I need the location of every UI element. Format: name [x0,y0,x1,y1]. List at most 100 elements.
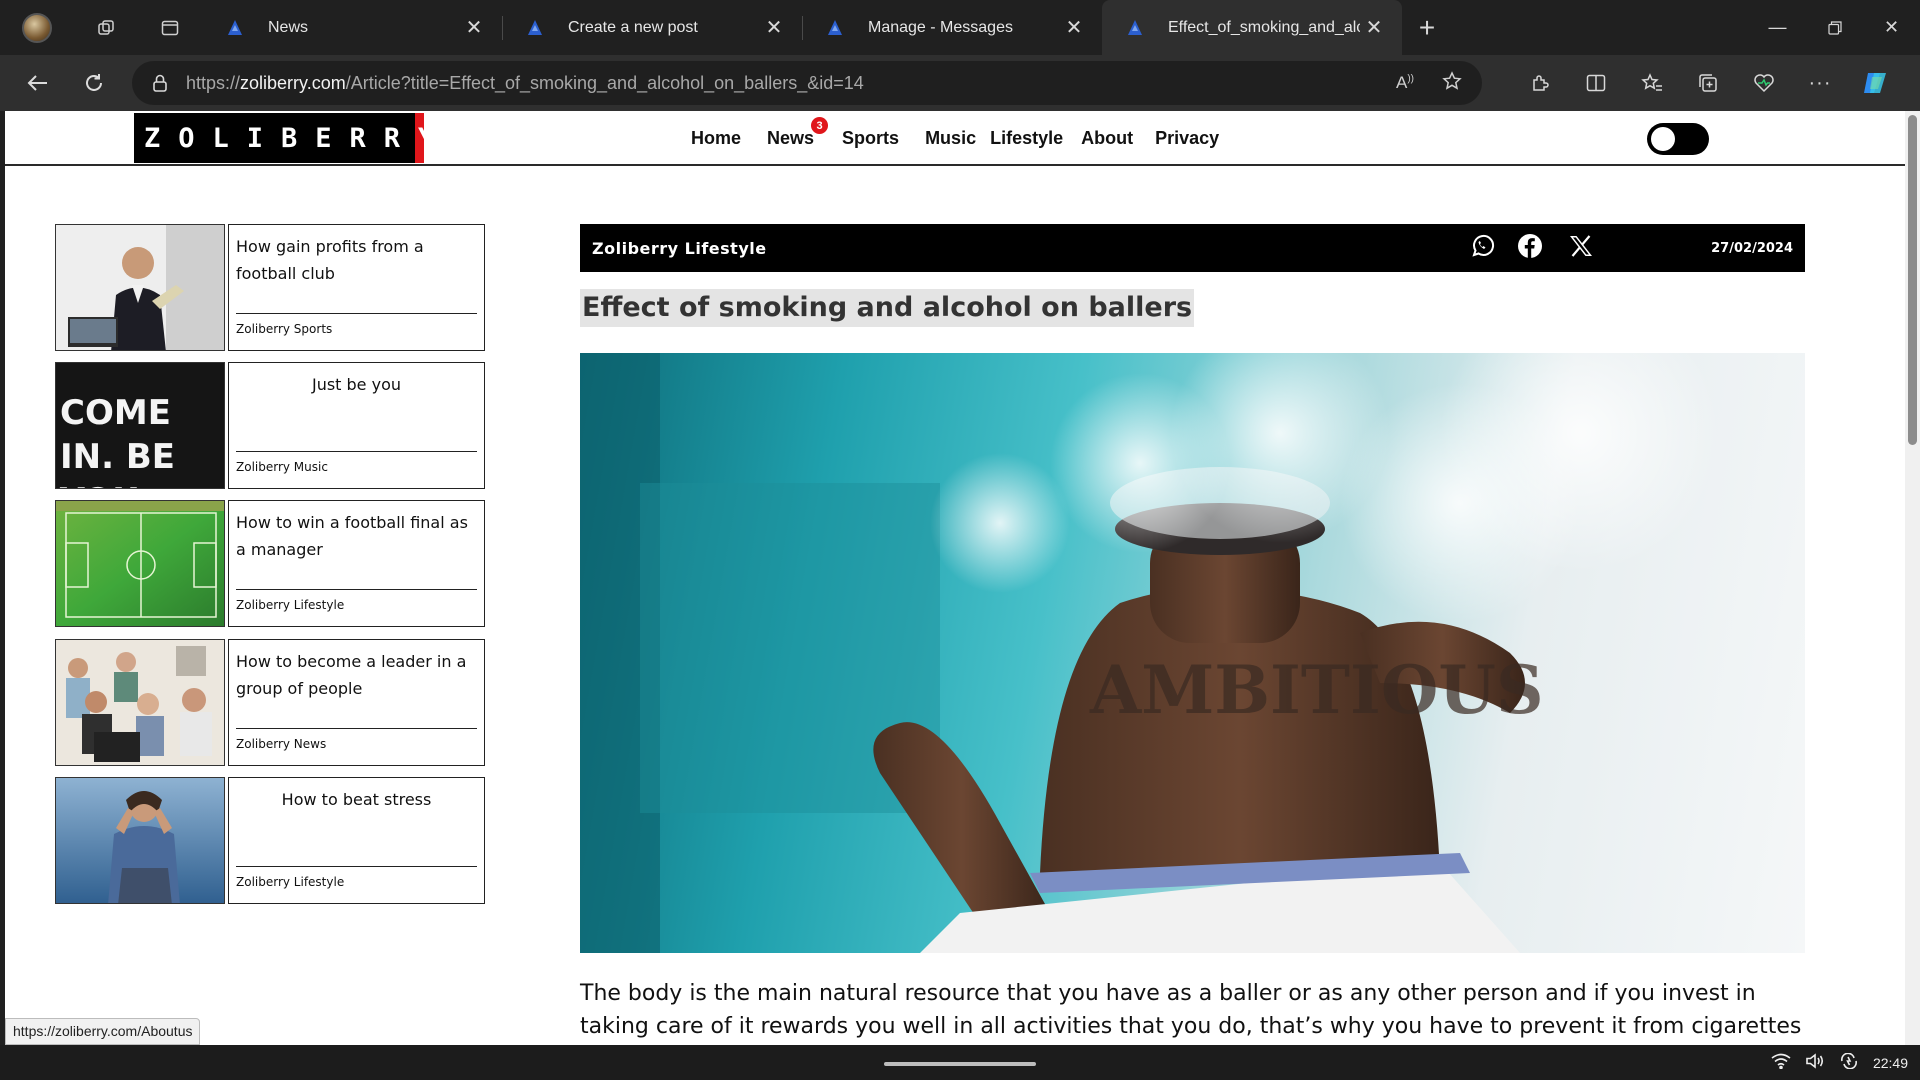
collections-icon[interactable] [1680,55,1736,111]
related-card[interactable]: How to beat stress Zoliberry Lifestyle [55,777,485,904]
close-tab-icon[interactable]: ✕ [1360,14,1388,42]
system-tray: 22:49 [1771,1045,1908,1080]
page-viewport: ZOLIBERRY Home News 3 Sports Music Lifest… [5,111,1905,1045]
card-category: Zoliberry Music [236,460,328,474]
back-icon[interactable] [10,55,66,111]
url-text: https://zoliberry.com/Article?title=Effe… [186,73,864,94]
card-category: Zoliberry Lifestyle [236,598,345,612]
more-options-icon[interactable]: ··· [1792,55,1848,111]
nav-news[interactable]: News 3 [767,117,829,149]
nav-news-label: News [767,128,815,148]
card-thumbnail-group-meeting[interactable] [55,639,225,766]
url-path: /Article?title=Effect_of_smoking_and_alc… [345,72,864,93]
card-info: How gain profits from a football club Zo… [228,224,485,351]
card-thumbnail-stressed-man[interactable] [55,777,225,904]
close-tab-icon[interactable]: ✕ [760,14,788,42]
tab-manage-messages[interactable]: Manage - Messages ✕ [802,0,1102,55]
article-hero-image: AMBITIOUS [580,353,1805,953]
extensions-icon[interactable] [1512,55,1568,111]
card-thumbnail-come-in-sign[interactable]: COME IN. BE YOU. [55,362,225,489]
nav-lifestyle[interactable]: Lifestyle [990,128,1063,149]
nav-about[interactable]: About [1081,128,1133,149]
card-title[interactable]: How gain profits from a football club [236,233,477,313]
card-title[interactable]: How to win a football final as a manager [236,509,477,589]
window-controls: — ✕ [1749,0,1920,55]
close-tab-icon[interactable]: ✕ [460,14,488,42]
related-card[interactable]: COME IN. BE YOU. Just be you Zoliberry M… [55,362,485,489]
nav-music-label: Music [925,128,977,148]
tab-news[interactable]: News ✕ [202,0,502,55]
taskbar-handle[interactable] [884,1062,1036,1066]
article-title: Effect of smoking and alcohol on ballers [580,289,1195,327]
card-title[interactable]: Just be you [236,371,477,451]
profile-avatar[interactable] [0,8,74,48]
dark-mode-toggle[interactable] [1647,123,1709,155]
sign-text: COME IN. BE YOU. [60,393,175,488]
card-thumbnail-businessman[interactable] [55,224,225,351]
article-date: 27/02/2024 [1711,240,1793,256]
address-bar[interactable]: https://zoliberry.com/Article?title=Effe… [132,61,1482,105]
site-header: ZOLIBERRY Home News 3 Sports Music Lifest… [5,111,1905,166]
volume-icon[interactable] [1805,1053,1825,1072]
card-category: Zoliberry Sports [236,322,333,336]
card-divider [236,866,477,867]
site-favicon-icon [1128,19,1142,35]
browser-tab-bar: News ✕ Create a new post ✕ Manage - Mess… [0,0,1920,55]
os-taskbar: 22:49 [0,1045,1920,1080]
nav-sports[interactable]: Sports [842,128,899,149]
related-card[interactable]: How to win a football final as a manager… [55,500,485,627]
page-scrollbar[interactable] [1905,111,1920,1045]
wifi-icon[interactable] [1771,1053,1791,1072]
read-aloud-icon[interactable]: A)) [1396,73,1414,93]
address-bar-actions: A)) [1396,61,1462,105]
tab-actions-icon[interactable] [138,8,202,48]
battery-icon[interactable] [1839,1052,1859,1072]
refresh-icon[interactable] [66,55,122,111]
close-tab-icon[interactable]: ✕ [1060,14,1088,42]
card-divider [236,589,477,590]
share-buttons [1469,224,1593,272]
copilot-icon[interactable] [1848,55,1904,111]
related-card[interactable]: How gain profits from a football club Zo… [55,224,485,351]
url-prefix: https:// [186,72,241,93]
nav-sports-label: Sports [842,128,900,148]
card-thumbnail-football-pitch[interactable] [55,500,225,627]
nav-music[interactable]: Music [925,128,976,149]
tab-article-active[interactable]: Effect_of_smoking_and_alco ✕ [1102,0,1402,55]
clock[interactable]: 22:49 [1873,1055,1908,1071]
card-category: Zoliberry Lifestyle [236,875,345,889]
facebook-icon[interactable] [1517,233,1543,264]
card-title[interactable]: How to become a leader in a group of peo… [236,648,477,728]
browser-toolbar: https://zoliberry.com/Article?title=Effe… [0,55,1920,111]
card-info: How to beat stress Zoliberry Lifestyle [228,777,485,904]
lock-icon[interactable] [152,74,168,92]
browser-tools: ··· [1512,55,1904,111]
nav-privacy[interactable]: Privacy [1155,128,1219,149]
site-favicon-icon [528,19,542,35]
favorite-star-icon[interactable] [1442,70,1462,96]
card-info: Just be you Zoliberry Music [228,362,485,489]
workspaces-icon[interactable] [74,8,138,48]
new-tab-button[interactable]: + [1402,8,1452,48]
site-logo[interactable]: ZOLIBERRY [134,113,434,163]
nav-home[interactable]: Home [691,128,741,149]
favorites-icon[interactable] [1624,55,1680,111]
toggle-knob [1651,127,1675,151]
tab-title: Create a new post [568,18,698,36]
restore-icon[interactable] [1806,0,1863,55]
browser-essentials-icon[interactable] [1736,55,1792,111]
tab-title: News [268,18,309,36]
nav-about-label: About [1081,128,1134,148]
split-screen-icon[interactable] [1568,55,1624,111]
minimize-icon[interactable]: — [1749,0,1806,55]
related-card[interactable]: How to become a leader in a group of peo… [55,639,485,766]
x-icon[interactable] [1569,234,1593,262]
url-domain: zoliberry.com [240,72,346,93]
close-window-icon[interactable]: ✕ [1863,0,1920,55]
hero-illustration: AMBITIOUS [580,353,1720,953]
whatsapp-icon[interactable] [1469,233,1495,264]
tab-create-post[interactable]: Create a new post ✕ [502,0,802,55]
card-title[interactable]: How to beat stress [236,786,477,866]
news-count-badge: 3 [811,117,829,134]
scrollbar-thumb[interactable] [1908,115,1917,445]
